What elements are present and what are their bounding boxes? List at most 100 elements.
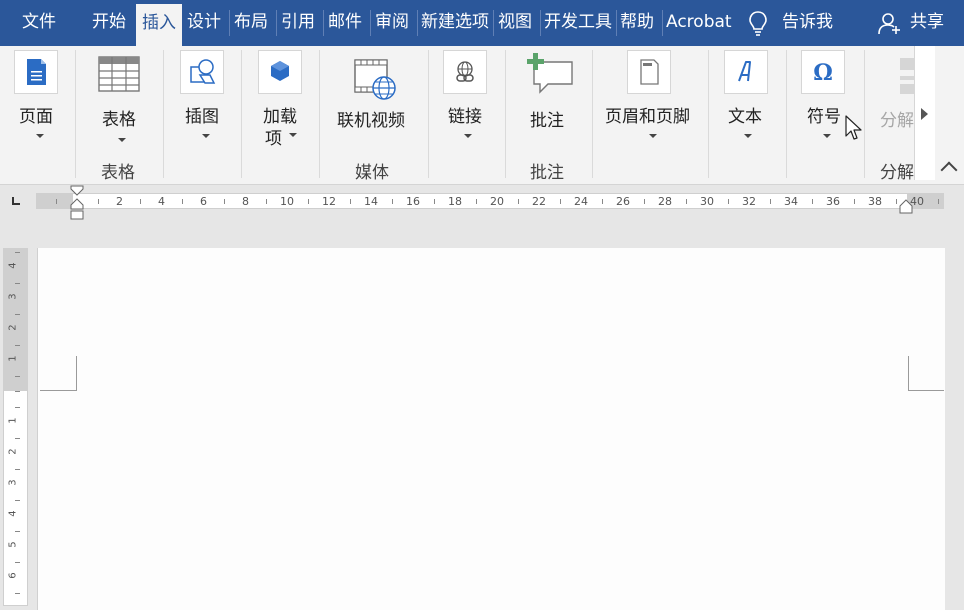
tab-layout[interactable]: 布局 (234, 0, 272, 46)
chevron-down-icon (118, 138, 126, 142)
split-label: 分解 (880, 111, 914, 131)
ruler-tick (476, 199, 477, 204)
tab-insert[interactable]: 插入 (136, 4, 182, 46)
tab-view[interactable]: 视图 (498, 0, 536, 46)
ruler-left-margin (37, 194, 73, 208)
ruler-number: 4 (158, 195, 165, 208)
illustrations-button[interactable]: 插图 (176, 48, 230, 148)
addin-cube-icon (258, 50, 302, 94)
header-page-icon (627, 50, 671, 94)
tab-new-option[interactable]: 新建选项 (421, 0, 491, 46)
ruler-number: 36 (826, 195, 840, 208)
tab-separator (540, 10, 541, 36)
tab-references[interactable]: 引用 (281, 0, 319, 46)
chevron-down-icon (464, 134, 472, 138)
ruler-number: 2 (7, 448, 19, 455)
group-separator (708, 50, 709, 178)
group-separator (505, 50, 506, 178)
group-label-comments: 批注 (530, 163, 564, 183)
tab-file[interactable]: 文件 (22, 0, 66, 46)
ruler-tick (812, 199, 813, 204)
chevron-down-icon (289, 133, 297, 137)
tab-mailings[interactable]: 邮件 (328, 0, 366, 46)
ruler-number: 26 (616, 195, 630, 208)
split-icon (896, 56, 914, 100)
ribbon-scroll-right-button[interactable] (914, 46, 935, 180)
ruler-tick (182, 199, 183, 204)
ruler-number: 38 (868, 195, 882, 208)
comment-plus-icon (524, 52, 574, 100)
crop-mark (40, 390, 77, 391)
ruler-number: 3 (7, 479, 19, 486)
ruler-tick (770, 199, 771, 204)
text-label: 文本 (728, 107, 762, 127)
group-separator (786, 50, 787, 178)
tab-separator (616, 10, 617, 36)
first-line-indent-marker[interactable] (70, 185, 84, 225)
chevron-down-icon (823, 134, 831, 138)
ruler-tick (15, 344, 20, 346)
tab-stop-selector[interactable] (5, 189, 27, 211)
mouse-pointer-icon (844, 114, 864, 146)
tab-help[interactable]: 帮助 (620, 0, 660, 46)
text-button[interactable]: 文本 (722, 48, 774, 148)
crop-mark (908, 390, 944, 391)
group-separator (241, 50, 242, 178)
ruler-tick (15, 251, 20, 253)
tab-separator (662, 10, 663, 36)
tab-home[interactable]: 开始 (92, 0, 132, 46)
ruler-number: 16 (406, 195, 420, 208)
share-button[interactable]: 共享 (876, 0, 956, 46)
group-separator (163, 50, 164, 178)
group-label-media: 媒体 (355, 163, 389, 183)
ruler-number: 1 (7, 355, 19, 362)
ruler-tick (266, 199, 267, 204)
links-button[interactable]: 链接 (440, 48, 494, 148)
tab-design[interactable]: 设计 (187, 0, 225, 46)
ruler-tick (224, 199, 225, 204)
ruler-tick (392, 199, 393, 204)
film-globe-icon (354, 58, 398, 106)
share-label: 共享 (910, 12, 944, 32)
vertical-ruler[interactable]: 4 3 2 1 1 2 3 4 5 6 (3, 248, 28, 606)
ruler-number: 1 (7, 417, 19, 424)
tell-me-search[interactable]: 告诉我 (748, 0, 848, 46)
chevron-down-icon (36, 134, 44, 138)
ruler-tick (518, 199, 519, 204)
new-comment-button[interactable]: 批注 (520, 48, 578, 148)
ruler-number: 6 (7, 572, 19, 579)
tab-acrobat[interactable]: Acrobat (666, 0, 734, 46)
svg-text:Ω: Ω (813, 60, 833, 86)
horizontal-ruler[interactable]: 2 4 6 8 10 12 14 16 18 20 22 24 26 28 30 32 34 36 38 40 (36, 193, 944, 209)
ruler-number: 20 (490, 195, 504, 208)
right-indent-marker[interactable] (899, 199, 913, 219)
omega-icon: Ω (801, 50, 845, 94)
tab-separator (493, 10, 494, 36)
text-a-icon (724, 50, 768, 94)
addins-button[interactable]: 加载 项 (255, 48, 309, 149)
tab-separator (276, 10, 277, 36)
ruler-number: 3 (7, 293, 19, 300)
document-page[interactable] (37, 248, 945, 610)
group-label-tables: 表格 (101, 163, 135, 183)
tab-separator (323, 10, 324, 36)
tab-developer[interactable]: 开发工具 (544, 0, 614, 46)
ruler-tick (15, 468, 20, 470)
split-button[interactable]: 分解 (876, 48, 914, 148)
ruler-tick (644, 199, 645, 204)
header-footer-button[interactable]: 页眉和页脚 (603, 48, 697, 148)
ruler-top-margin (4, 249, 27, 391)
tab-review[interactable]: 审阅 (375, 0, 413, 46)
ruler-tick (308, 199, 309, 204)
ruler-tick (434, 199, 435, 204)
ruler-tick (98, 199, 99, 204)
page-button[interactable]: 页面 (8, 48, 68, 148)
collapse-ribbon-icon[interactable] (940, 161, 958, 179)
person-icon (878, 11, 902, 39)
horizontal-ruler-bar: 2 4 6 8 10 12 14 16 18 20 22 24 26 28 30 32 34 36 38 40 (0, 185, 964, 220)
online-video-button[interactable]: 联机视频 (334, 48, 414, 148)
ruler-tick (15, 530, 20, 532)
chevron-down-icon (744, 134, 752, 138)
table-button[interactable]: 表格 (92, 48, 150, 148)
ruler-tick (15, 406, 20, 408)
